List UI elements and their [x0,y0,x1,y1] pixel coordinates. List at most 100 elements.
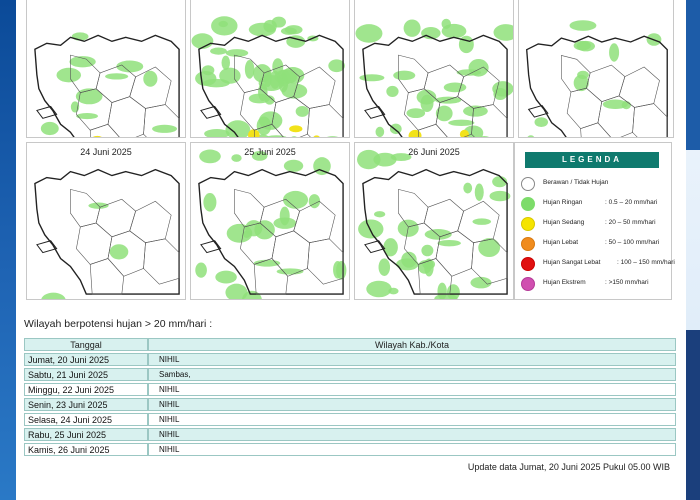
light-rain-area [406,108,426,119]
table-row: Selasa, 24 Juni 2025 NIHIL [24,413,676,426]
legend-range: : 50 – 100 mm/hari [605,239,660,246]
legend-swatch [521,257,535,271]
legend-swatch [521,177,535,191]
row-region: NIHIL [148,428,676,441]
legend-label: Hujan Ekstrem [543,279,586,286]
district-boundary [307,104,344,137]
light-rain-area [403,19,421,37]
light-rain-area [534,117,549,128]
district-boundary [632,103,668,137]
table-row: Sabtu, 21 Juni 2025 Sambas, [24,368,676,381]
light-rain-area [258,75,284,92]
legend-item-sangat-lebat: Hujan Sangat Lebat : 100 – 150 mm/hari [521,256,675,272]
map-date-label: 25 Juni 2025 [244,147,296,157]
light-rain-area [386,85,399,98]
district-boundary [417,123,448,137]
light-rain-area [474,183,484,201]
light-rain-area [116,60,144,73]
update-timestamp: Update data Jumat, 20 Juni 2025 Pukul 05… [467,462,670,472]
legend-range: : 0.5 – 20 mm/hari [605,199,658,206]
light-rain-area [458,35,474,54]
light-rain-area [448,119,475,127]
legend-label: Berawan / Tidak Hujan [543,179,609,186]
table-row: Minggu, 22 Juni 2025 NIHIL [24,383,676,396]
light-rain-area [258,111,283,130]
light-rain-area [602,99,628,110]
legend-range: : >150 mm/hari [605,279,649,286]
province-outline [34,168,180,295]
light-rain-area [291,136,297,137]
light-rain-area [359,74,385,82]
light-rain-area [105,73,129,80]
row-date: Selasa, 24 Juni 2025 [24,413,148,426]
light-rain-area [219,67,241,84]
row-region: NIHIL [148,353,676,366]
light-rain-area [576,40,595,52]
legend-swatch [521,277,535,291]
light-rain-area [527,135,535,137]
light-rain-area [421,244,434,257]
legend-item-ringan: Hujan Ringan : 0.5 – 20 mm/hari [521,196,671,212]
map-date-label: 24 Juni 2025 [80,147,132,157]
light-rain-area [69,56,96,68]
light-rain-area [152,124,178,133]
legend-swatch [521,237,535,251]
light-rain-area [358,219,384,239]
moderate-rain-area [313,135,320,137]
light-rain-area [283,159,304,172]
legend-title: LEGENDA [525,152,659,168]
light-rain-area [109,244,129,260]
row-region: NIHIL [148,398,676,411]
light-rain-area [254,220,275,240]
table-row: Kamis, 26 Juni 2025 NIHIL [24,443,676,456]
light-rain-area [210,47,227,55]
row-date: Kamis, 26 Juni 2025 [24,443,148,456]
row-date: Senin, 23 Juni 2025 [24,398,148,411]
light-rain-area [191,33,214,49]
light-rain-area [221,55,231,70]
rain-map-2 [190,0,350,138]
moderate-rain-area [408,129,422,137]
light-rain-area [56,67,81,83]
legend-label: Hujan Lebat [543,239,579,246]
light-rain-area [295,105,309,117]
light-rain-area [388,287,399,295]
moderate-rain-area [289,125,303,133]
light-rain-area [373,211,386,218]
light-rain-area [225,283,248,299]
light-rain-area [463,105,488,117]
light-rain-area [492,81,513,97]
light-rain-area [215,270,237,284]
light-rain-area [463,182,473,194]
light-rain-area [493,24,513,41]
legend-swatch [521,217,535,231]
light-rain-area [201,65,215,76]
light-rain-area [40,121,59,136]
light-rain-area [375,126,385,137]
light-rain-area [244,60,255,79]
rain-map-25-juni: 25 Juni 2025 [190,142,350,300]
map-drawing [34,32,180,137]
map-date-label: 26 Juni 2025 [408,147,460,157]
legend-range: : 100 – 150 mm/hari [617,259,675,266]
legend-label: Hujan Ringan [543,199,583,206]
light-rain-area [327,136,338,137]
legend-item-lebat: Hujan Lebat : 50 – 100 mm/hari [521,236,671,252]
map-drawing [191,16,345,137]
left-brand-strip [0,0,16,500]
legend-item-berawan: Berawan / Tidak Hujan [521,176,671,192]
light-rain-area [389,123,402,135]
light-rain-area [248,93,270,104]
light-rain-area [308,194,321,209]
district-boundary [580,122,611,137]
rain-risk-table: Tanggal Wilayah Kab./Kota Jumat, 20 Juni… [24,336,676,458]
row-date: Minggu, 22 Juni 2025 [24,383,148,396]
light-rain-area [378,258,391,276]
light-rain-area [470,276,492,289]
light-rain-area [248,22,276,37]
light-rain-area [569,20,597,31]
row-date: Sabtu, 21 Juni 2025 [24,368,148,381]
header-date: Tanggal [24,338,148,351]
table-row: Senin, 23 Juni 2025 NIHIL [24,398,676,411]
light-rain-area [273,217,297,229]
